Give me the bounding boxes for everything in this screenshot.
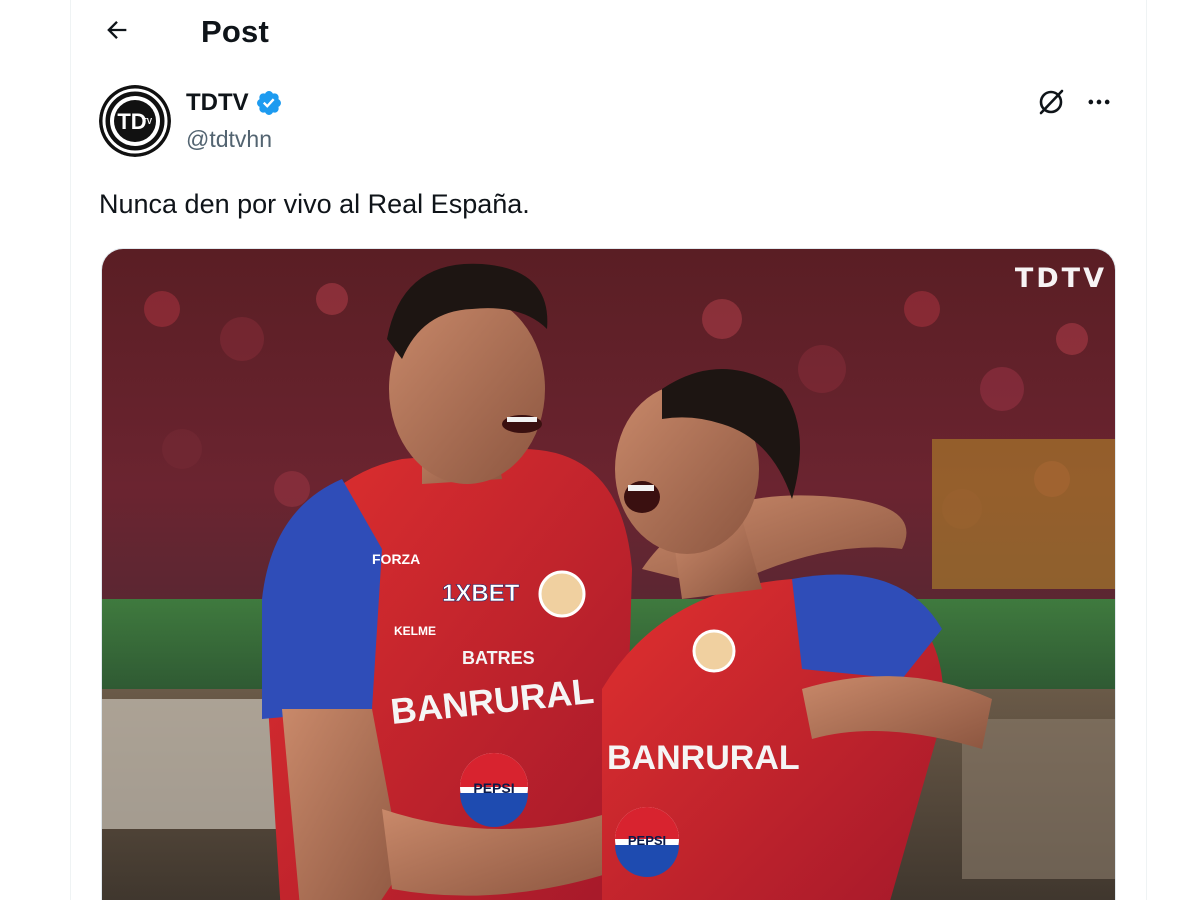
- page-title: Post: [201, 14, 269, 49]
- tweet-media-photo[interactable]: 1XBET BANRURAL BANRURAL BATRES KELME FOR…: [101, 248, 1116, 900]
- jersey-kit-brand: KELME: [394, 624, 436, 638]
- post-page: Post TD TV TDTV @tdtvhn Nunca den por vi…: [0, 0, 1200, 900]
- photo-watermark: TDTV: [1014, 263, 1107, 294]
- jersey-sleeve-sponsor: FORZA: [372, 551, 420, 567]
- club-crest-right: [692, 629, 736, 673]
- pepsi-logo-right: PEPSI: [615, 807, 679, 877]
- grok-icon: [1036, 87, 1066, 122]
- pepsi-text-right: PEPSI: [628, 833, 666, 848]
- verified-badge-icon: [255, 89, 283, 117]
- pepsi-text-left: PEPSI: [473, 780, 514, 796]
- page-header: Post: [71, 0, 1146, 64]
- main-column: Post TD TV TDTV @tdtvhn Nunca den por vi…: [70, 0, 1147, 900]
- photo-illustration: 1XBET BANRURAL BANRURAL BATRES KELME FOR…: [102, 249, 1115, 900]
- jersey-sponsor-batres: BATRES: [462, 648, 535, 668]
- more-dots-icon: [1085, 88, 1113, 121]
- avatar[interactable]: TD TV: [99, 85, 171, 157]
- back-button[interactable]: [99, 14, 135, 50]
- club-crest-left: [538, 570, 586, 618]
- pepsi-logo-left: PEPSI: [460, 753, 528, 827]
- author-name-link[interactable]: TDTV: [186, 88, 283, 118]
- author-handle[interactable]: @tdtvhn: [186, 125, 272, 153]
- jersey-sponsor-banrural-2: BANRURAL: [607, 739, 800, 777]
- grok-button[interactable]: [1033, 86, 1069, 122]
- jersey-sponsor-1xbet: 1XBET: [442, 580, 520, 607]
- avatar-logo-subtext: TV: [142, 117, 153, 126]
- arrow-left-icon: [103, 16, 131, 49]
- more-button[interactable]: [1081, 86, 1117, 122]
- tweet-text: Nunca den por vivo al Real España.: [99, 189, 530, 219]
- author-name: TDTV: [186, 89, 249, 116]
